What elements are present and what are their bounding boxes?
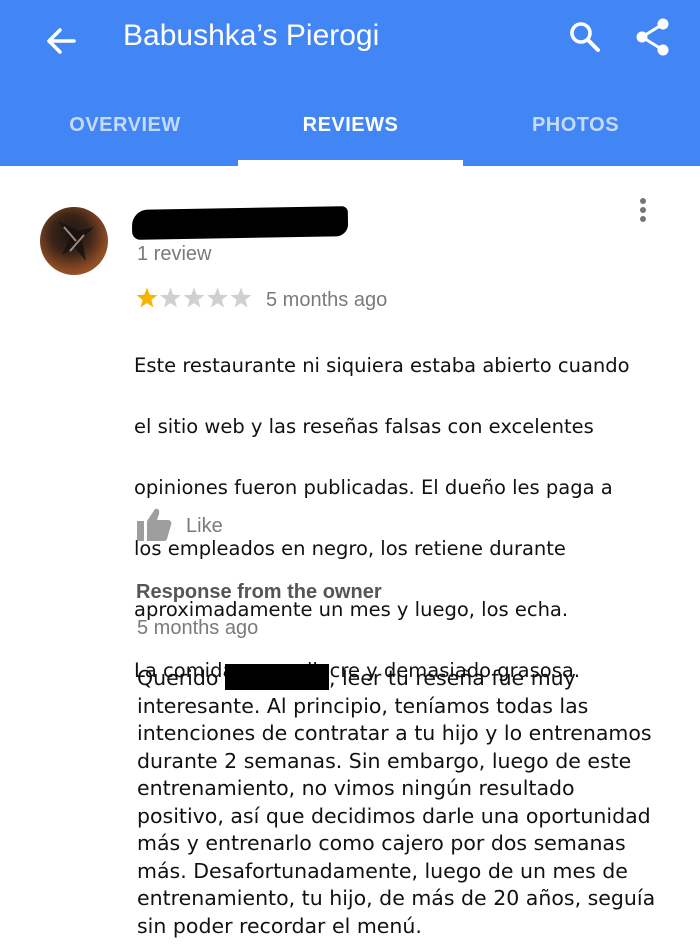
active-tab-indicator <box>238 160 463 166</box>
share-icon <box>636 18 669 56</box>
app-title: Babushka’s Pierogi <box>123 19 380 52</box>
review-text-line: el sitio web y las reseñas falsas con ex… <box>134 414 594 438</box>
reviewer-name-redaction <box>131 206 349 240</box>
review-time: 5 months ago <box>266 289 388 311</box>
star-empty-icon <box>183 287 205 308</box>
owner-response-title: Response from the owner <box>136 581 382 603</box>
review-text-line: opiniones fueron publicadas. El dueño le… <box>134 475 613 499</box>
star-rating <box>136 284 256 312</box>
owner-response-text-start: Querido <box>137 666 219 690</box>
search-button[interactable] <box>562 14 608 60</box>
tab-photos[interactable]: PHOTOS <box>463 84 688 166</box>
star-rating-icons <box>136 287 252 308</box>
owner-response-time: 5 months ago <box>137 617 259 639</box>
more-vert-icon <box>640 198 646 222</box>
more-options-button[interactable] <box>630 195 656 225</box>
back-button[interactable] <box>38 18 84 64</box>
reviewer-review-count: 1 review <box>137 243 212 265</box>
star-empty-icon <box>230 287 252 308</box>
search-icon <box>570 22 600 52</box>
reviewer-avatar[interactable] <box>40 207 108 275</box>
star-empty-icon <box>160 287 181 308</box>
star-empty-icon <box>207 287 228 308</box>
review-text-line: Este restaurante ni siquiera estaba abie… <box>134 353 630 377</box>
star-filled-icon <box>136 287 158 308</box>
share-button[interactable] <box>630 14 676 60</box>
tab-reviews[interactable]: REVIEWS <box>238 84 463 166</box>
avatar-image <box>58 221 94 261</box>
thumbs-up-icon <box>137 508 172 541</box>
owner-response-text-rest: , leer tu reseña fue muy interesante. Al… <box>137 666 656 938</box>
owner-response-text: Querido , leer tu reseña fue muy interes… <box>137 664 667 940</box>
tab-overview[interactable]: OVERVIEW <box>12 84 238 166</box>
like-button[interactable]: Like <box>134 503 254 547</box>
tab-bar: OVERVIEW REVIEWS PHOTOS <box>0 84 700 166</box>
like-label: Like <box>186 515 223 537</box>
app-bar: Babushka’s Pierogi <box>0 0 700 84</box>
arrow-back-icon <box>47 28 76 54</box>
name-redaction <box>224 664 329 690</box>
